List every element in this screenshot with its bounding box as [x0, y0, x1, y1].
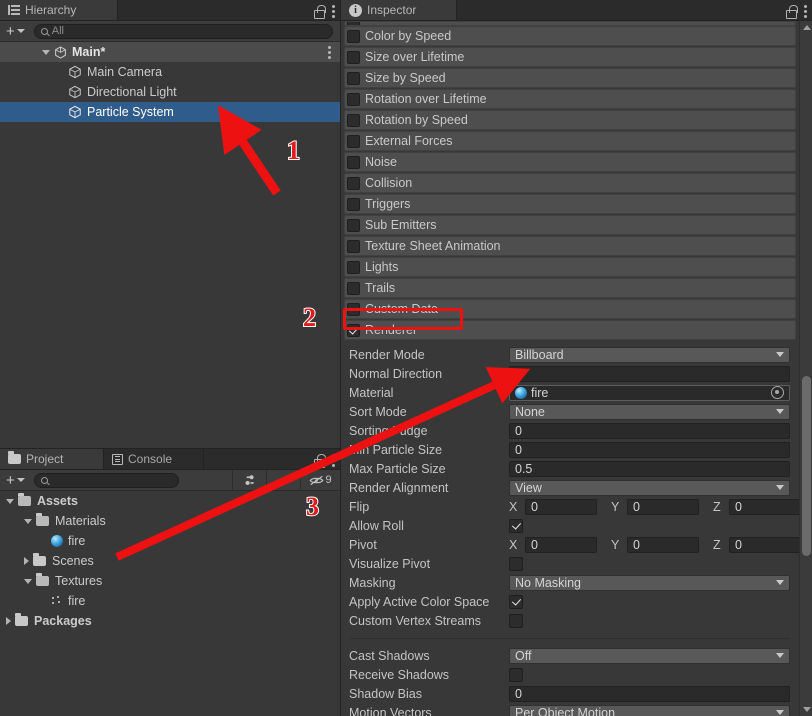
- renderer-highlight-box: [343, 308, 463, 330]
- annotation-arrow-3: [115, 367, 531, 561]
- annotation-number-1: 1: [286, 135, 301, 166]
- annotation-number-3: 3: [305, 491, 320, 522]
- annotation-number-2: 2: [302, 302, 317, 333]
- annotation-arrows: [115, 105, 531, 561]
- annotation-arrow-1: [217, 105, 281, 196]
